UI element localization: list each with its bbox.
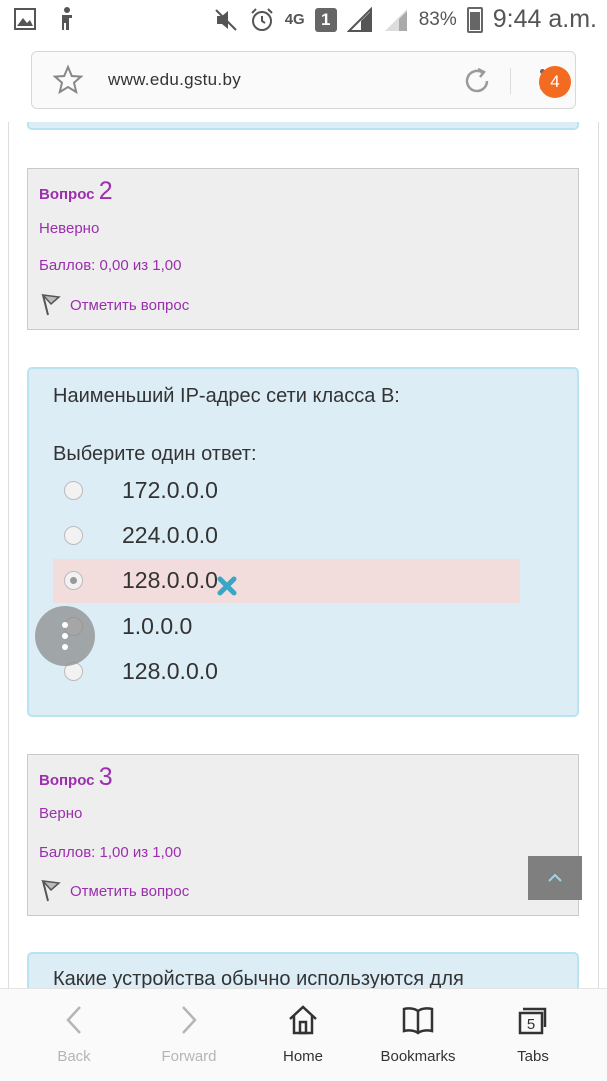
incorrect-mark-icon <box>217 576 237 596</box>
question-body-3: Какие устройства обычно используются для <box>27 952 579 988</box>
question-label: Вопрос <box>39 186 95 203</box>
answer-option[interactable]: 1.0.0.0 <box>53 605 520 649</box>
question-state: Верно <box>39 805 83 822</box>
nav-bookmarks-label[interactable]: Bookmarks <box>363 1048 473 1065</box>
nav-back-label[interactable]: Back <box>19 1048 129 1065</box>
tabs-count: 5 <box>527 1016 535 1033</box>
flag-icon[interactable] <box>40 293 62 317</box>
question-number: Вопрос 3 <box>39 763 113 792</box>
radio-button[interactable] <box>64 481 83 500</box>
nav-back[interactable]: Back <box>19 989 129 1081</box>
nav-tabs-label[interactable]: Tabs <box>478 1048 588 1065</box>
scroll-to-top-button[interactable] <box>528 856 582 900</box>
question-label: Вопрос <box>39 772 95 789</box>
question-state: Неверно <box>39 220 100 237</box>
question-text: Наименьший IP-адрес сети класса B: <box>53 385 400 407</box>
signal-icon <box>346 6 372 32</box>
question-info-2: Вопрос 2 Неверно Баллов: 0,00 из 1,00 От… <box>27 168 579 330</box>
nav-forward[interactable]: Forward <box>134 989 244 1081</box>
signal-icon-2 <box>384 8 407 31</box>
status-bar: 4G 1 83% 9:44 a.m. <box>0 0 607 40</box>
address-bar[interactable]: www.edu.gstu.by 4 <box>31 51 576 109</box>
nav-bookmarks[interactable]: Bookmarks <box>363 989 473 1081</box>
answer-option-label[interactable]: 128.0.0.0 <box>122 567 218 594</box>
previous-question-box <box>27 122 579 130</box>
answer-option-label[interactable]: 224.0.0.0 <box>122 522 218 549</box>
answer-option-label[interactable]: 128.0.0.0 <box>122 658 218 685</box>
question-number: Вопрос 2 <box>39 177 113 206</box>
sim-indicator: 1 <box>314 7 337 32</box>
question-number-value: 3 <box>98 763 113 791</box>
network-type: 4G <box>284 11 305 28</box>
bottom-navigation: Back Forward Home Bookmarks 5 Tabs <box>0 988 607 1081</box>
battery-percent: 83% <box>418 8 457 30</box>
tabs-icon[interactable]: 5 <box>517 1003 549 1037</box>
question-info-3: Вопрос 3 Верно Баллов: 1,00 из 1,00 Отме… <box>27 754 579 916</box>
home-icon[interactable] <box>287 1003 319 1037</box>
chevron-up-icon[interactable] <box>547 873 563 883</box>
question-grade: Баллов: 0,00 из 1,00 <box>39 257 182 274</box>
answer-option[interactable]: 128.0.0.0 <box>53 650 520 694</box>
radio-button[interactable] <box>64 526 83 545</box>
browser-toolbar: www.edu.gstu.by 4 <box>0 40 607 122</box>
alarm-icon <box>251 7 273 31</box>
notification-badge[interactable]: 4 <box>539 66 571 98</box>
url-text[interactable]: www.edu.gstu.by <box>108 70 241 90</box>
flag-icon[interactable] <box>40 879 62 903</box>
answer-option-label[interactable]: 172.0.0.0 <box>122 477 218 504</box>
nav-home-label[interactable]: Home <box>248 1048 358 1065</box>
mute-icon <box>215 8 237 31</box>
answer-option-label[interactable]: 1.0.0.0 <box>122 613 192 640</box>
radio-button-selected[interactable] <box>64 571 83 590</box>
bookmark-star-icon[interactable] <box>52 64 84 96</box>
nav-home[interactable]: Home <box>248 989 358 1081</box>
accessibility-icon <box>62 7 72 30</box>
question-text: Какие устройства обычно используются для <box>53 968 464 988</box>
nav-tabs[interactable]: 5 Tabs <box>478 989 588 1081</box>
answer-prompt: Выберите один ответ: <box>53 443 257 465</box>
question-body-2: Наименьший IP-адрес сети класса B: Выбер… <box>27 367 579 717</box>
floating-menu-button[interactable] <box>35 606 95 666</box>
flag-question-label[interactable]: Отметить вопрос <box>70 297 189 314</box>
back-arrow-icon[interactable] <box>58 1003 90 1037</box>
reload-icon[interactable] <box>460 64 494 98</box>
bookmarks-book-icon[interactable] <box>402 1003 434 1037</box>
gallery-icon <box>14 8 36 30</box>
toolbar-separator <box>510 68 511 94</box>
page-content: Вопрос 2 Неверно Баллов: 0,00 из 1,00 От… <box>0 122 607 988</box>
answer-option-selected-incorrect[interactable]: 128.0.0.0 <box>53 559 520 603</box>
clock: 9:44 a.m. <box>492 5 597 33</box>
question-grade: Баллов: 1,00 из 1,00 <box>39 844 182 861</box>
answer-option[interactable]: 172.0.0.0 <box>53 469 520 513</box>
nav-forward-label[interactable]: Forward <box>134 1048 244 1065</box>
question-number-value: 2 <box>98 177 113 205</box>
flag-question-link[interactable]: Отметить вопрос <box>40 293 189 317</box>
forward-arrow-icon[interactable] <box>173 1003 205 1037</box>
flag-question-link[interactable]: Отметить вопрос <box>40 879 189 903</box>
battery-icon <box>466 6 483 33</box>
flag-question-label[interactable]: Отметить вопрос <box>70 883 189 900</box>
answer-option[interactable]: 224.0.0.0 <box>53 514 520 558</box>
